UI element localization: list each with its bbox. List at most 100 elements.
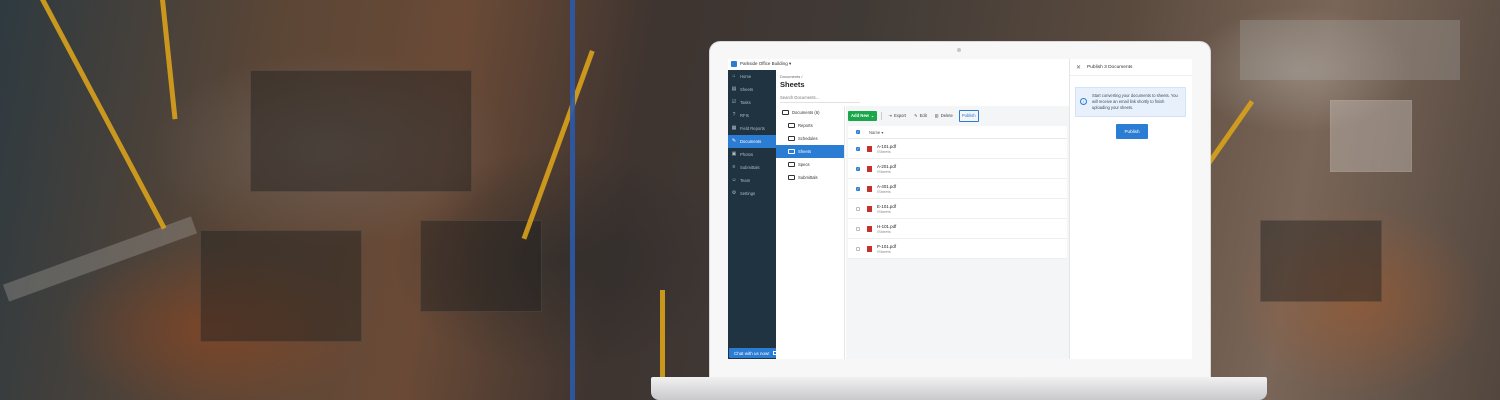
pdf-file-icon [867,165,872,172]
document-list: Add New ⌄ ⇥ Export ✎ Edit ▥ Delete Publi… [846,106,1069,359]
panel-title: Publish 3 Documents [1087,64,1133,70]
sidebar-item-sheets[interactable]: ▤ Sheets [728,83,776,96]
breadcrumb[interactable]: Documents / [780,74,802,79]
publish-button[interactable]: Publish [1116,124,1148,139]
sidebar-item-label: Team [740,178,751,183]
file-name[interactable]: A-101.pdf [877,144,896,149]
edit-button[interactable]: ✎ Edit [912,111,929,121]
file-info: P-101.pdf/Sheets [877,244,896,254]
documents-table: ✓ Name ▾ ✓ A-101.pdf/Sheets ✓ A-201.pdf/She… [848,126,1067,259]
main-content: Documents / Sheets Search Documents... D… [776,70,1069,359]
toolbar: Add New ⌄ ⇥ Export ✎ Edit ▥ Delete Publi… [848,109,979,122]
row-checkbox[interactable]: ✓ [856,166,860,171]
sidebar-item-tasks[interactable]: ☑ Tasks [728,96,776,109]
table-row[interactable]: E-101.pdf/Sheets [848,199,1067,219]
file-name[interactable]: H-101.pdf [877,224,896,229]
select-all-checkbox[interactable]: ✓ [856,130,860,134]
sidebar-item-label: Photos [740,152,754,157]
row-checkbox[interactable] [856,246,860,251]
close-icon[interactable]: ✕ [1076,64,1081,71]
pdf-file-icon [867,225,872,232]
laptop-camera [957,48,961,52]
publish-button-label: Publish [1124,129,1140,134]
tree-folder-submittals[interactable]: Submittals [776,171,844,184]
info-icon: i [1080,98,1087,105]
pdf-file-icon [867,185,872,192]
file-name[interactable]: E-101.pdf [877,204,896,209]
laptop-base [651,377,1267,400]
tasks-icon: ☑ [731,99,737,105]
file-path: /Sheets [877,188,891,194]
file-name[interactable]: P-101.pdf [877,244,896,249]
toolbar-divider [881,111,883,120]
publish-toolbar-button[interactable]: Publish [958,109,979,122]
file-path: /Sheets [877,248,891,254]
file-name[interactable]: A-401.pdf [877,184,896,189]
home-icon: ⌂ [732,73,736,79]
sidebar-item-settings[interactable]: ⚙ Settings [728,187,776,200]
file-info: A-401.pdf/Sheets [877,184,896,194]
tree-folder-label: Sheets [798,149,812,154]
folder-icon [788,149,795,154]
file-name[interactable]: A-201.pdf [877,164,896,169]
sidebar-item-submittals[interactable]: ≡ Submittals [728,161,776,174]
delete-label: Delete [940,113,953,118]
row-checkbox[interactable] [856,206,860,211]
sidebar-item-label: Field Reports [740,126,765,131]
tree-root[interactable]: Documents (6) [776,106,844,119]
sidebar-item-home[interactable]: ⌂ Home [728,70,776,83]
tree-folder-label: Reports [798,123,813,128]
table-row[interactable]: H-101.pdf/Sheets [848,219,1067,239]
file-path: /Sheets [877,168,891,174]
project-selector[interactable]: Parkside Office Building ▾ [740,61,791,67]
add-new-button[interactable]: Add New ⌄ [848,110,878,121]
edit-label: Edit [919,113,927,118]
export-label: Export [893,113,907,118]
file-path: /Sheets [877,228,891,234]
sidebar-nav: ⌂ Home ▤ Sheets ☑ Tasks? RFIs ▦ Field Reports ✎ Do… [728,70,776,200]
tree-root-label: Documents (6) [792,110,820,115]
tree-folder-label: Submittals [798,175,818,180]
tree-folder-sheets[interactable]: Sheets [776,145,844,158]
chat-label: Chat with us now! [734,350,770,356]
row-checkbox[interactable]: ✓ [856,186,860,191]
sidebar-item-documents[interactable]: ✎ Documents [728,135,776,148]
folder-icon [788,123,795,128]
file-info: A-101.pdf/Sheets [877,144,896,154]
documents-icon: ✎ [731,138,737,144]
table-row[interactable]: ✓ A-201.pdf/Sheets [848,159,1067,179]
rfis-icon: ? [732,112,736,118]
delete-button[interactable]: ▥ Delete [933,111,955,121]
table-row[interactable]: ✓ A-401.pdf/Sheets [848,179,1067,199]
file-info: A-201.pdf/Sheets [877,164,896,174]
tree-folder-reports[interactable]: Reports [776,119,844,132]
sidebar-item-label: Settings [740,191,756,196]
tree-folder-specs[interactable]: Specs [776,158,844,171]
sidebar: ⌂ Home ▤ Sheets ☑ Tasks? RFIs ▦ Field Reports ✎ Do… [728,70,776,359]
field-reports-icon: ▦ [731,125,737,131]
folder-tree: Documents (6) Reports Schedules Sheets Spec… [776,106,845,359]
pencil-icon: ✎ [914,113,918,118]
export-button[interactable]: ⇥ Export [886,111,908,121]
table-row[interactable]: ✓ A-101.pdf/Sheets [848,139,1067,159]
row-checkbox[interactable]: ✓ [856,146,860,151]
sidebar-item-team[interactable]: ☺ Team [728,174,776,187]
trash-icon: ▥ [934,113,939,118]
file-info: E-101.pdf/Sheets [877,204,896,214]
search-input[interactable]: Search Documents... [780,93,860,103]
sidebar-item-label: Sheets [740,87,754,92]
sidebar-item-rfis[interactable]: ? RFIs [728,109,776,122]
pdf-file-icon [867,245,872,252]
row-checkbox[interactable] [856,226,860,231]
tree-folder-label: Schedules [798,136,818,141]
sidebar-item-field-reports[interactable]: ▦ Field Reports [728,122,776,135]
sidebar-item-label: Documents [740,139,762,144]
tree-folder-schedules[interactable]: Schedules [776,132,844,145]
file-info: H-101.pdf/Sheets [877,224,896,234]
table-row[interactable]: P-101.pdf/Sheets [848,239,1067,259]
folder-icon [788,136,795,141]
pdf-file-icon [867,145,872,152]
sidebar-item-photos[interactable]: ▣ Photos [728,148,776,161]
table-header: ✓ Name ▾ [848,126,1067,139]
name-column-header[interactable]: Name ▾ [869,130,883,135]
